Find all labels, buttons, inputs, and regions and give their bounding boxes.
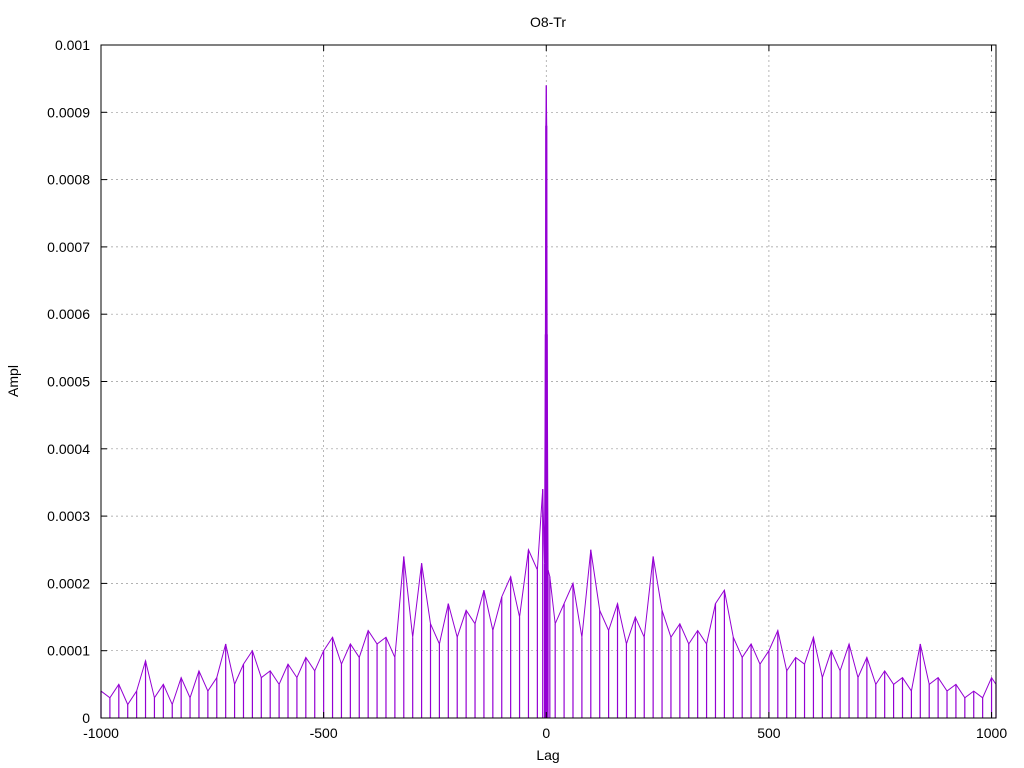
x-axis-label: Lag — [536, 747, 559, 763]
y-tick-label: 0.0004 — [47, 441, 90, 457]
y-tick-label: 0.0008 — [47, 172, 90, 188]
y-tick-label: 0.0005 — [47, 374, 90, 390]
y-tick-label: 0.0006 — [47, 306, 90, 322]
x-tick-label: 500 — [757, 725, 781, 741]
y-tick-label: 0.0003 — [47, 508, 90, 524]
chart: -1000 -500 0 500 1000 0 0.0001 0.0002 0.0003 0.00… — [0, 0, 1024, 768]
y-tick-label: 0.0007 — [47, 239, 90, 255]
y-tick-label: 0 — [82, 710, 90, 726]
y-tick-label: 0.0002 — [47, 575, 90, 591]
chart-title: O8-Tr — [530, 14, 566, 30]
y-tick-label: 0.0009 — [47, 104, 90, 120]
background — [0, 0, 1024, 768]
y-axis-label: Ampl — [5, 365, 21, 397]
x-tick-label: 0 — [542, 725, 550, 741]
y-tick-label: 0.0001 — [47, 643, 90, 659]
y-tick-label: 0.001 — [55, 37, 90, 53]
x-tick-label: 1000 — [976, 725, 1007, 741]
x-tick-label: -500 — [310, 725, 338, 741]
x-tick-label: -1000 — [83, 725, 119, 741]
